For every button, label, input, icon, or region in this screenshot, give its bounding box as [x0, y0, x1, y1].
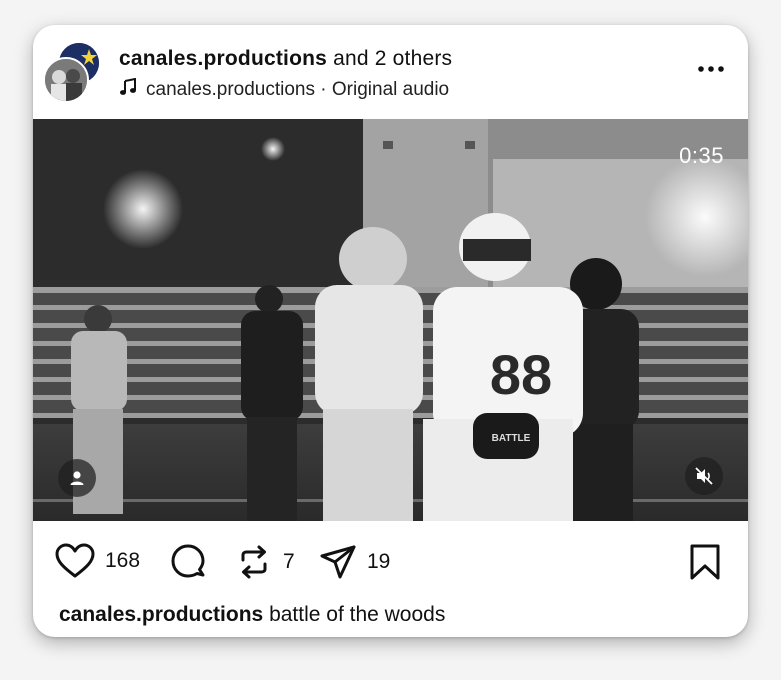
- comment-icon: [171, 544, 205, 578]
- author-line: canales.productions and 2 others: [119, 47, 452, 71]
- audio-link[interactable]: canales.productions · Original audio: [119, 77, 450, 102]
- send-icon: [320, 545, 356, 579]
- person-tag-icon: [70, 471, 84, 485]
- coauthors-link[interactable]: and 2 others: [333, 47, 452, 70]
- author-username[interactable]: canales.productions: [119, 47, 327, 70]
- jersey-number: 88: [490, 343, 552, 406]
- like-count: 168: [105, 549, 141, 572]
- bookmark-icon: [690, 544, 720, 580]
- like-button[interactable]: 168: [55, 543, 140, 579]
- more-horizontal-icon: [698, 66, 724, 72]
- repost-count: 7: [283, 550, 295, 573]
- belt-label: BATTLE: [492, 433, 531, 444]
- save-button[interactable]: [689, 543, 721, 581]
- post-header: canales.productions and 2 others canales…: [33, 25, 748, 119]
- action-bar: 168 7 19: [33, 521, 748, 601]
- post-caption: canales.productions battle of the woods: [59, 603, 445, 627]
- video-player[interactable]: BATTLE 88 0:35: [33, 119, 748, 521]
- share-count: 19: [367, 550, 391, 573]
- avatar[interactable]: [43, 57, 89, 103]
- video-duration: 0:35: [679, 143, 724, 168]
- comment-button[interactable]: [169, 543, 207, 581]
- caption-username[interactable]: canales.productions: [59, 603, 263, 626]
- video-frame: BATTLE 88: [33, 119, 748, 521]
- post-card: canales.productions and 2 others canales…: [33, 25, 748, 637]
- audio-label: canales.productions · Original audio: [146, 79, 450, 100]
- music-note-icon: [119, 77, 137, 102]
- repost-icon: [241, 545, 267, 579]
- mute-toggle-button[interactable]: [685, 457, 723, 495]
- more-options-button[interactable]: [696, 59, 726, 79]
- heart-icon: [55, 543, 95, 578]
- speaker-muted-icon: [695, 467, 713, 485]
- share-button[interactable]: 19: [319, 543, 390, 581]
- caption-text: battle of the woods: [269, 603, 446, 626]
- repost-button[interactable]: 7: [235, 543, 295, 581]
- tagged-people-button[interactable]: [58, 459, 96, 497]
- avatar-stack[interactable]: [43, 43, 101, 103]
